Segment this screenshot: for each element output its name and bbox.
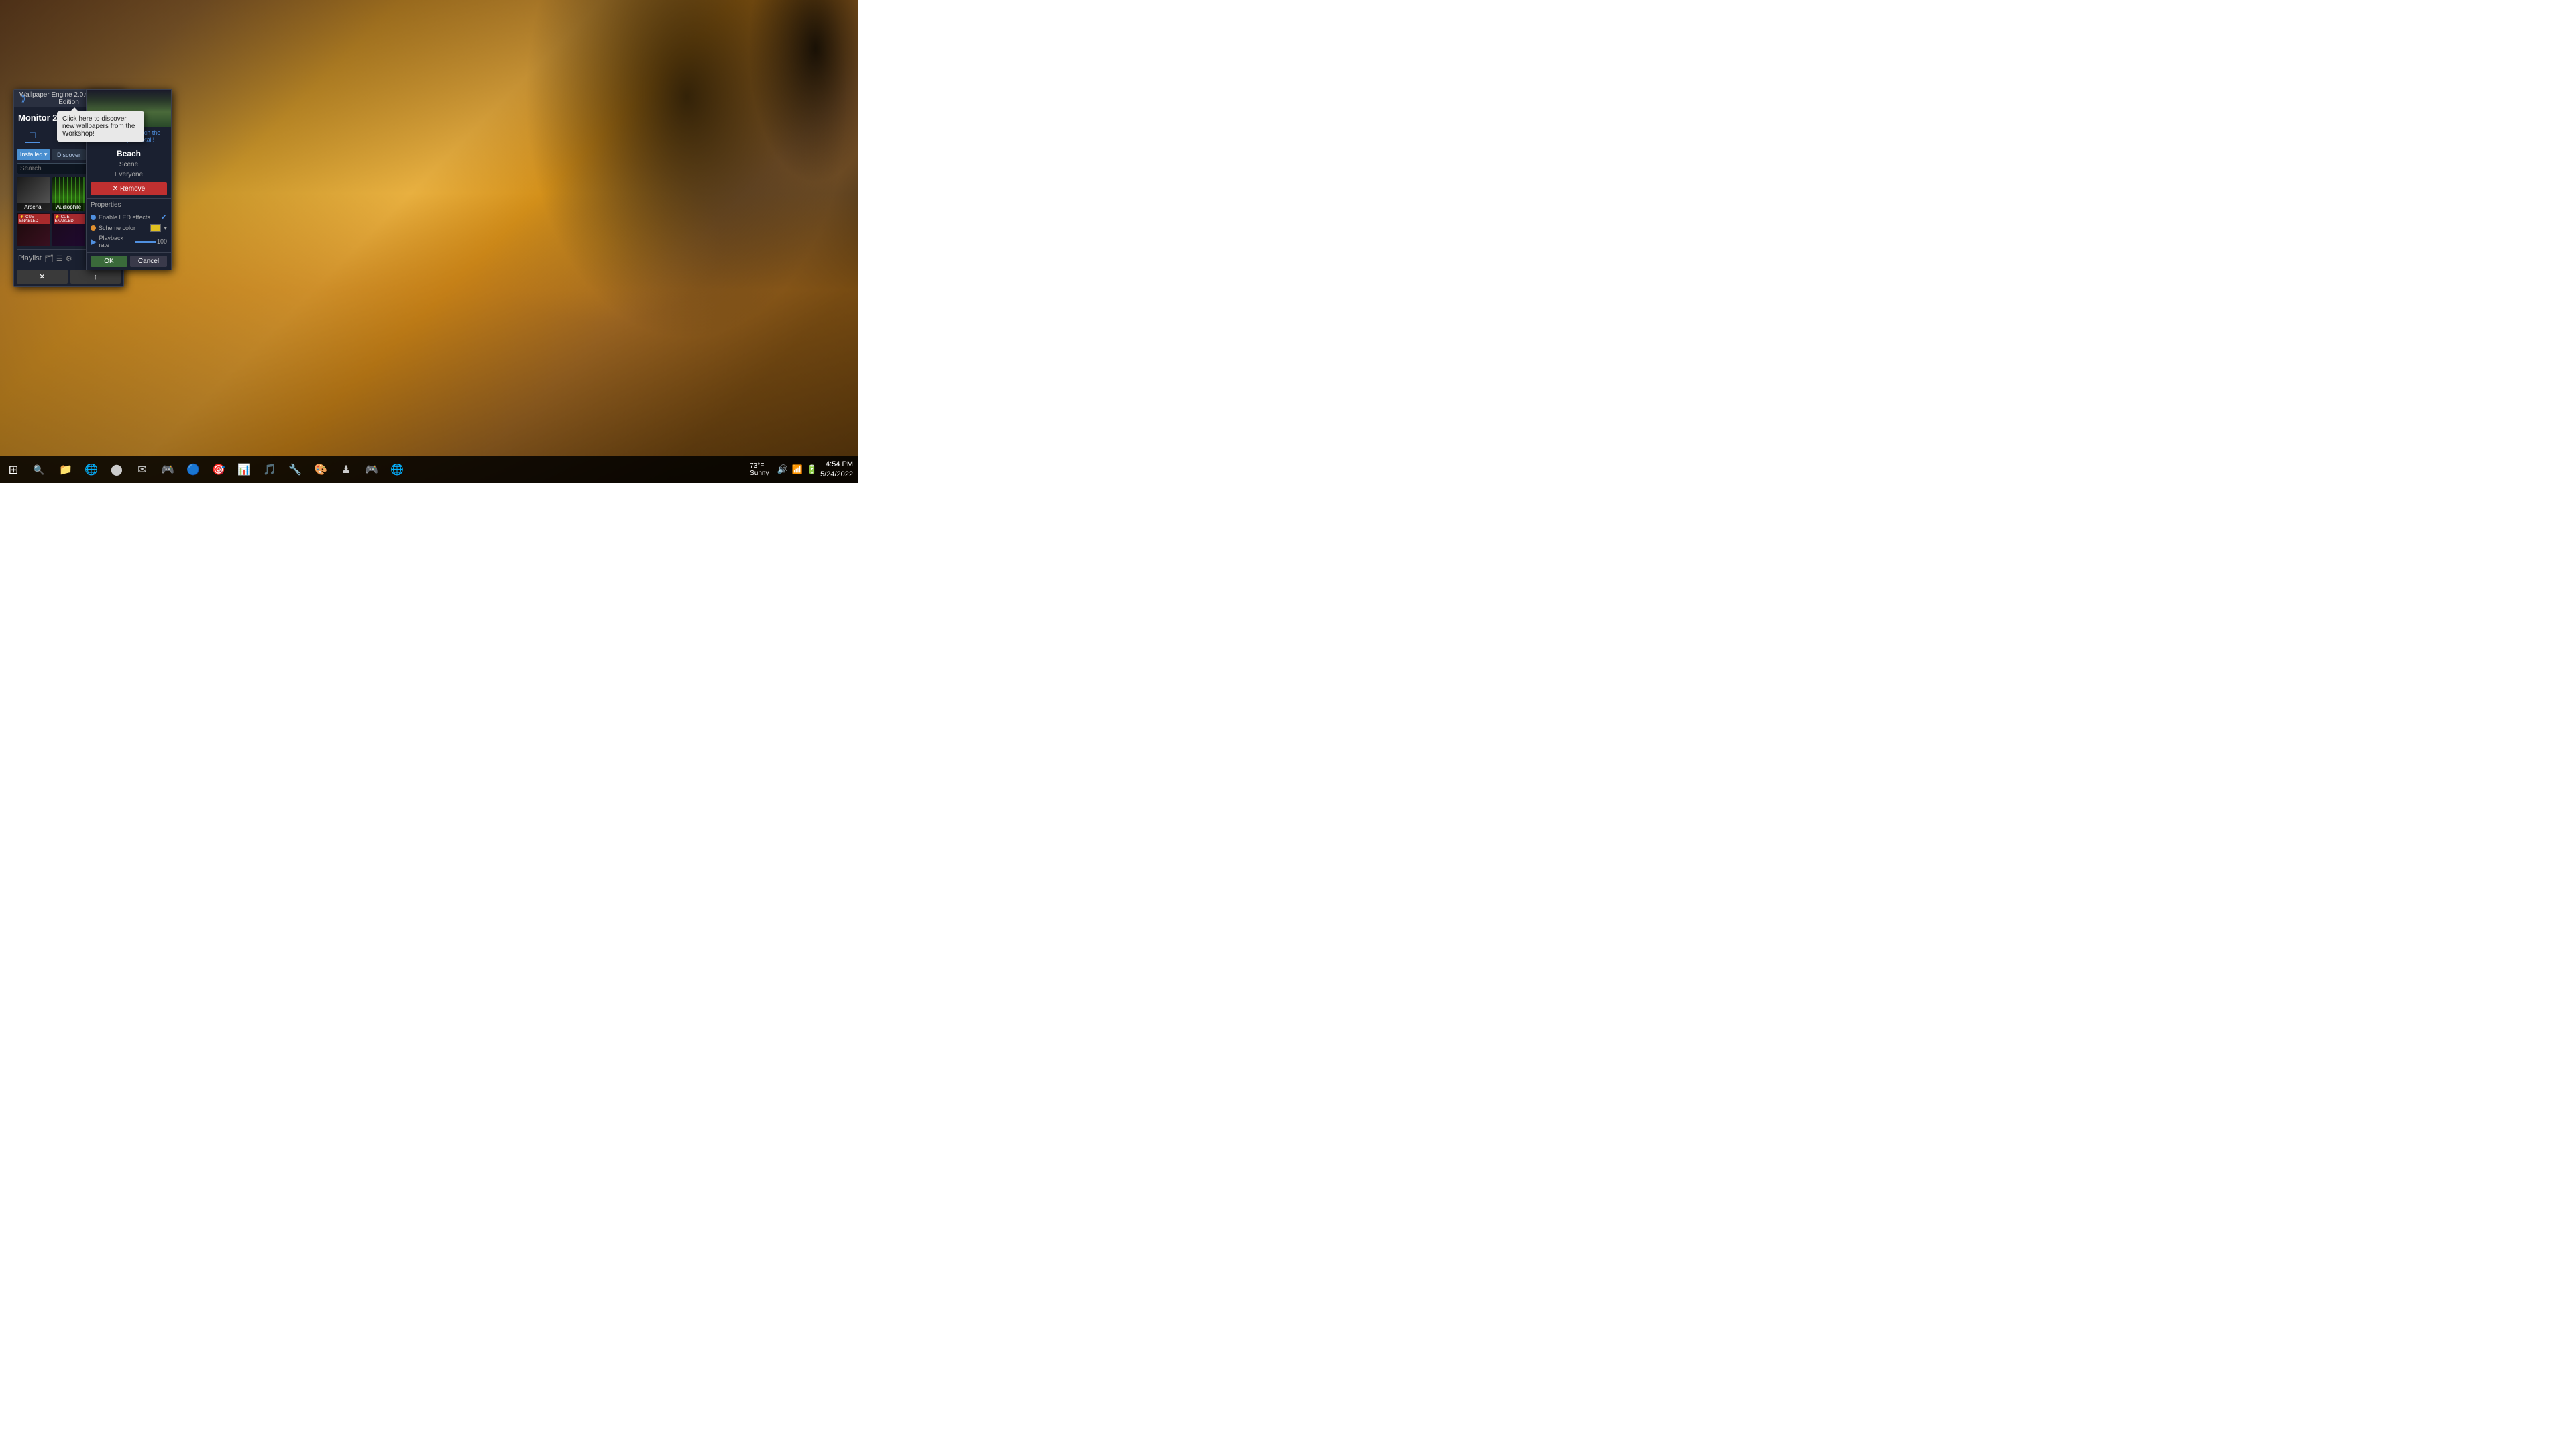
taskbar-icon-edge[interactable]: 🌐 bbox=[79, 456, 103, 483]
scheme-dot bbox=[91, 225, 96, 231]
tooltip-text: Click here to discover new wallpapers fr… bbox=[62, 115, 135, 138]
play-icon: ▶ bbox=[91, 237, 96, 246]
playback-value: 100 bbox=[157, 238, 167, 245]
remove-button[interactable]: ✕ Remove bbox=[91, 182, 167, 195]
monitor-icon[interactable]: □ bbox=[25, 128, 39, 143]
wallpaper-label: Audiophile bbox=[52, 203, 86, 211]
taskbar-icon-chrome[interactable]: ⬤ bbox=[105, 456, 129, 483]
monitor-title: Monitor 2 bbox=[18, 113, 58, 123]
detail-type: Scene bbox=[87, 160, 171, 170]
detail-bottom-buttons: OK Cancel bbox=[87, 252, 171, 270]
tray-icon-3[interactable]: 🔋 bbox=[807, 464, 818, 475]
taskbar-icon-app2[interactable]: 🎯 bbox=[207, 456, 231, 483]
wallpaper-item[interactable]: Audiophile bbox=[52, 177, 86, 211]
cue-badge: ⚡ CUE ENABLED bbox=[54, 214, 86, 224]
taskbar-icon-steam[interactable]: 🎮 bbox=[359, 456, 384, 483]
playback-label: Playback rate bbox=[99, 235, 133, 248]
detail-rating: Everyone bbox=[87, 170, 171, 180]
time-display: 4:54 PM bbox=[820, 460, 853, 470]
playlist-label: Playlist bbox=[18, 254, 42, 262]
search-button[interactable]: 🔍 bbox=[27, 456, 51, 483]
upload-button[interactable]: ↑ bbox=[70, 270, 121, 284]
start-button[interactable]: ⊞ bbox=[0, 456, 27, 483]
taskbar-icon-app1[interactable]: 🔵 bbox=[181, 456, 205, 483]
taskbar-icon-tool[interactable]: 🔧 bbox=[283, 456, 307, 483]
date-display: 5/24/2022 bbox=[820, 470, 853, 480]
taskbar-icon-explorer[interactable]: 📁 bbox=[54, 456, 78, 483]
weather-widget[interactable]: 73°F Sunny bbox=[750, 462, 769, 477]
weather-desc: Sunny bbox=[750, 470, 769, 477]
cancel-button[interactable]: Cancel bbox=[130, 256, 167, 267]
taskbar-icons: 📁 🌐 ⬤ ✉ 🎮 🔵 🎯 📊 🎵 🔧 🎨 ♟ 🎮 🌐 bbox=[54, 456, 409, 483]
led-label: Enable LED effects bbox=[99, 214, 158, 221]
weather-temp: 73°F bbox=[750, 462, 769, 470]
expand-icon[interactable]: ⟫ bbox=[17, 92, 30, 105]
bottom-buttons: ✕ ↑ bbox=[17, 270, 121, 284]
remove-button[interactable]: ✕ bbox=[17, 270, 68, 284]
taskbar: ⊞ 🔍 📁 🌐 ⬤ ✉ 🎮 🔵 🎯 📊 🎵 🔧 🎨 ♟ 🎮 🌐 73°F Sun… bbox=[0, 456, 858, 483]
cue-badge: ⚡ CUE ENABLED bbox=[18, 214, 50, 224]
playlist-folder-icon[interactable]: 🗂 bbox=[44, 254, 54, 263]
tray-icon-2[interactable]: 📶 bbox=[792, 464, 803, 475]
wallpaper-item[interactable]: Arsenal bbox=[17, 177, 50, 211]
wallpaper-item[interactable]: ⚡ CUE ENABLED bbox=[17, 213, 50, 246]
led-checkbox[interactable]: ✔ bbox=[161, 213, 167, 221]
color-arrow[interactable]: ▾ bbox=[164, 225, 167, 232]
properties-title: Properties bbox=[91, 201, 167, 209]
playlist-settings-icon[interactable]: ⚙ bbox=[66, 254, 72, 263]
tab-discover[interactable]: Discover bbox=[52, 149, 85, 160]
properties-section: Properties Enable LED effects ✔ Scheme c… bbox=[87, 198, 171, 252]
taskbar-icon-game1[interactable]: 🎮 bbox=[156, 456, 180, 483]
tab-installed[interactable]: Installed ▾ bbox=[17, 149, 50, 160]
taskbar-icon-game2[interactable]: ♟ bbox=[334, 456, 358, 483]
tray-icon-1[interactable]: 🔊 bbox=[777, 464, 788, 475]
clock[interactable]: 4:54 PM 5/24/2022 bbox=[820, 460, 853, 480]
color-swatch[interactable] bbox=[150, 224, 161, 232]
playlist-list-icon[interactable]: ☰ bbox=[56, 254, 63, 263]
led-dot bbox=[91, 215, 96, 220]
taskbar-icon-art[interactable]: 🎨 bbox=[309, 456, 333, 483]
taskbar-right: 73°F Sunny 🔊 📶 🔋 4:54 PM 5/24/2022 bbox=[750, 460, 858, 480]
scheme-color-row: Scheme color ▾ bbox=[91, 223, 167, 233]
playback-row: ▶ Playback rate 100 bbox=[91, 233, 167, 250]
scheme-label: Scheme color bbox=[99, 225, 148, 231]
playback-slider[interactable] bbox=[135, 241, 156, 243]
playback-slider-container: 100 bbox=[135, 238, 167, 245]
wallpaper-item[interactable]: ⚡ CUE ENABLED bbox=[52, 213, 86, 246]
system-tray-icons: 🔊 📶 🔋 bbox=[777, 464, 818, 475]
ok-button[interactable]: OK bbox=[91, 256, 127, 267]
taskbar-icon-mail[interactable]: ✉ bbox=[130, 456, 154, 483]
led-effects-row: Enable LED effects ✔ bbox=[91, 211, 167, 223]
taskbar-icon-browser[interactable]: 🌐 bbox=[385, 456, 409, 483]
playback-fill bbox=[135, 241, 156, 243]
detail-name: Beach bbox=[87, 146, 171, 160]
taskbar-icon-app3[interactable]: 📊 bbox=[232, 456, 256, 483]
discover-tooltip: Click here to discover new wallpapers fr… bbox=[57, 111, 144, 142]
wallpaper-label: Arsenal bbox=[17, 203, 50, 211]
taskbar-icon-music[interactable]: 🎵 bbox=[258, 456, 282, 483]
